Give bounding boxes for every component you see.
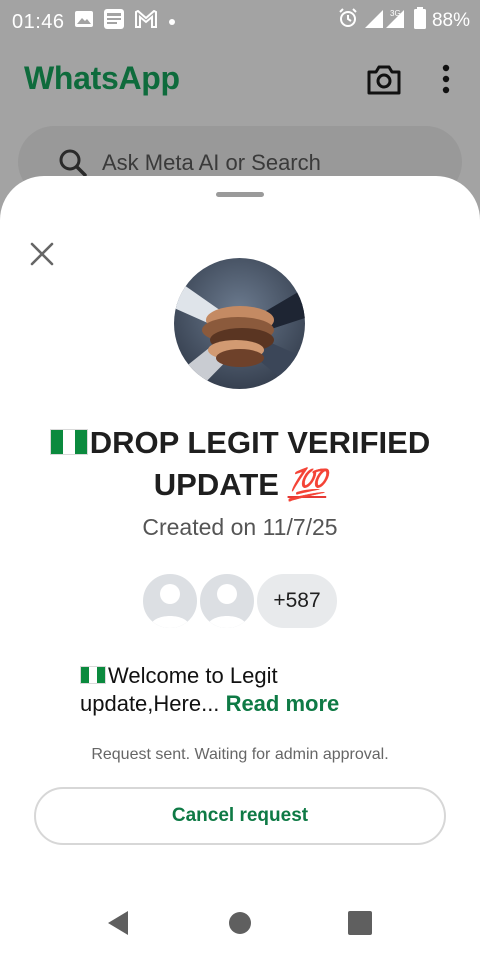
alarm-icon [338, 8, 358, 34]
gmail-icon [134, 9, 157, 34]
battery-percentage: 88% [431, 10, 470, 31]
network-type: 3G [390, 9, 401, 18]
drag-handle[interactable] [216, 192, 264, 197]
member-count: +587 [254, 571, 340, 631]
battery-icon [413, 7, 426, 35]
search-placeholder: Ask Meta AI or Search [102, 150, 321, 175]
status-time: 01:46 [12, 10, 65, 33]
status-right: 3G 88% [338, 7, 470, 35]
image-icon [74, 11, 93, 33]
news-icon [103, 8, 125, 36]
group-name-line1: DROP LEGIT VERIFIED [89, 425, 431, 460]
group-description: Welcome to Legit update,Here... Read mor… [80, 662, 410, 718]
system-nav-bar [0, 896, 480, 952]
status-bar: 01:46 3G 88% [0, 0, 480, 38]
group-name: DROP LEGIT VERIFIED UPDATE 💯 [20, 422, 460, 506]
nigeria-flag-icon [49, 429, 88, 455]
recents-icon[interactable] [348, 911, 372, 935]
search-icon [58, 148, 88, 178]
signal-icon: 3G [364, 7, 408, 35]
group-name-line2: UPDATE [153, 467, 279, 502]
member-avatar [197, 571, 257, 631]
request-status: Request sent. Waiting for admin approval… [91, 746, 389, 763]
read-more-link[interactable]: Read more [226, 691, 340, 716]
group-invite-sheet: DROP LEGIT VERIFIED UPDATE 💯 Created on … [0, 176, 480, 960]
home-icon[interactable] [229, 912, 251, 934]
close-icon[interactable] [28, 240, 56, 268]
member-avatar [140, 571, 200, 631]
hundred-points-icon: 💯 [287, 467, 327, 502]
app-title: WhatsApp [24, 60, 180, 96]
nigeria-flag-icon [80, 666, 106, 684]
members-preview[interactable]: +587 [140, 571, 340, 631]
camera-icon[interactable] [366, 64, 402, 96]
back-icon[interactable] [106, 910, 130, 936]
dot-icon [167, 11, 177, 33]
group-avatar [174, 258, 305, 389]
status-left: 01:46 [12, 8, 177, 36]
cancel-request-button[interactable]: Cancel request [34, 787, 446, 845]
created-on: Created on 11/7/25 [142, 514, 338, 540]
more-vert-icon[interactable] [436, 62, 456, 98]
app-header: WhatsApp [0, 50, 480, 110]
